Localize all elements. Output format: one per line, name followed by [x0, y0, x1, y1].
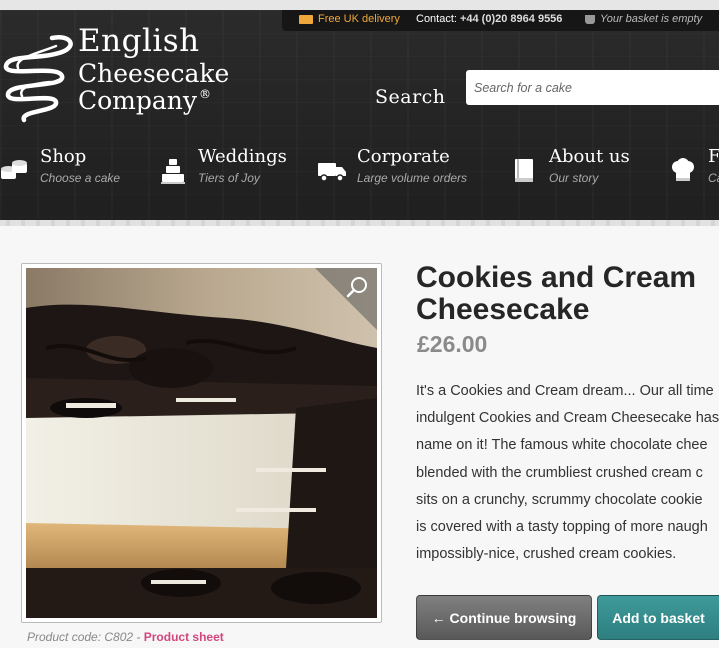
product-code: Product code: C802 - Product sheet — [27, 630, 224, 644]
description-line: It's a Cookies and Cream dream... Our al… — [416, 383, 714, 399]
basket-status[interactable]: Your basket is empty — [585, 13, 702, 25]
product-code-text: Product code: C802 - — [27, 630, 141, 644]
zoom-button[interactable] — [315, 268, 377, 335]
delivery-truck-icon — [317, 156, 347, 186]
chef-hat-icon — [668, 156, 698, 186]
tiered-cake-icon — [158, 156, 188, 186]
nav-item-faq[interactable]: F Ca — [668, 146, 719, 186]
product-price: £26.00 — [417, 331, 488, 357]
contact-phone[interactable]: +44 (0)20 8964 9556 — [460, 13, 562, 25]
nav-title-about-us: About us — [549, 146, 630, 167]
description-line: impossibly-nice, crushed cream cookies. — [416, 546, 677, 563]
nav-subtitle-about-us: Our story — [549, 170, 599, 185]
nav-item-shop[interactable]: Shop Choose a cake — [0, 146, 120, 186]
delivery-truck-icon — [299, 14, 313, 24]
nav-title-faq: F — [708, 146, 719, 167]
logo-line-english: English — [78, 23, 200, 59]
book-icon — [509, 156, 539, 186]
logo-swirl-icon — [3, 34, 73, 123]
description-line: indulgent Cookies and Cream Cheesecake h… — [416, 410, 719, 427]
nav-item-weddings[interactable]: Weddings Tiers of Joy — [158, 146, 287, 186]
description-line: is covered with a tasty topping of more … — [416, 519, 708, 536]
contact-label: Contact: — [416, 13, 457, 25]
product-title: Cookies and Cream Cheesecake — [416, 261, 697, 326]
nav-subtitle-corporate: Large volume orders — [357, 170, 468, 185]
search-input[interactable] — [466, 70, 719, 105]
logo-company-word: Company — [78, 86, 198, 115]
contact-info: Contact: +44 (0)20 8964 9556 — [416, 13, 562, 25]
description-line: name on it! The famous white chocolate c… — [416, 437, 708, 454]
free-delivery-notice[interactable]: Free UK delivery — [299, 13, 400, 25]
add-to-basket-button[interactable]: Add to basket — [597, 595, 719, 640]
registered-mark: ® — [199, 87, 212, 101]
nav-title-corporate: Corporate — [357, 146, 450, 167]
description-line: blended with the crumbliest crushed crea… — [416, 464, 703, 481]
nav-subtitle-weddings: Tiers of Joy — [198, 170, 260, 185]
basket-status-text: Your basket is empty — [600, 13, 703, 25]
logo-wordmark: English Cheesecake Company ® — [78, 23, 230, 114]
product-sheet-link[interactable]: Product sheet — [144, 630, 224, 644]
logo-line-cheesecake: Cheesecake — [78, 59, 230, 88]
nav-title-shop: Shop — [40, 146, 87, 167]
delivery-text: Free UK delivery — [318, 13, 400, 25]
browser-top-strip — [0, 0, 719, 10]
magnifier-icon — [315, 268, 377, 330]
basket-icon — [585, 14, 595, 24]
nav-item-corporate[interactable]: Corporate Large volume orders — [317, 146, 467, 186]
main-nav: Shop Choose a cake Weddings Tiers of Joy — [0, 138, 719, 218]
nav-item-about-us[interactable]: About us Our story — [509, 146, 630, 186]
nav-subtitle-faq: Ca — [708, 170, 719, 185]
site-logo[interactable]: English Cheesecake Company ® — [0, 24, 250, 134]
product-image-frame[interactable] — [21, 263, 382, 623]
product-description: It's a Cookies and Cream dream... Our al… — [416, 378, 719, 578]
nav-title-weddings: Weddings — [198, 146, 287, 167]
logo-line-company: Company ® — [78, 88, 229, 113]
utility-bar: Free UK delivery Contact: +44 (0)20 8964… — [282, 10, 719, 31]
site-header: Free UK delivery Contact: +44 (0)20 8964… — [0, 10, 719, 226]
search-label: Search — [375, 86, 446, 108]
continue-browsing-button[interactable]: ← Continue browsing — [416, 595, 592, 640]
description-line: sits on a crunchy, scrummy chocolate coo… — [416, 491, 703, 508]
nav-subtitle-shop: Choose a cake — [40, 170, 121, 185]
cakes-icon — [0, 156, 30, 186]
